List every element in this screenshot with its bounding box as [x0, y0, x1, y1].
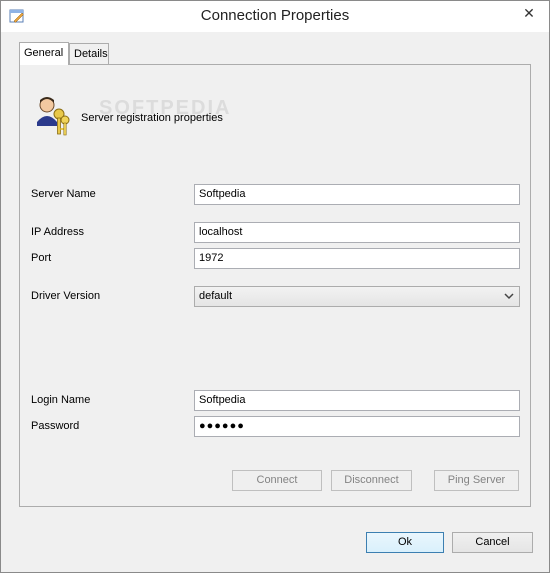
login-name-field[interactable]: Softpedia — [194, 390, 520, 411]
password-field[interactable]: ●●●●●● — [194, 416, 520, 437]
server-name-label: Server Name — [31, 188, 96, 200]
driver-version-label: Driver Version — [31, 290, 101, 302]
close-icon: ✕ — [523, 5, 535, 21]
ok-button[interactable]: Ok — [366, 532, 444, 553]
header-title: Server registration properties — [81, 112, 223, 124]
driver-version-select[interactable]: default — [194, 286, 520, 307]
server-name-field[interactable]: Softpedia — [194, 184, 520, 205]
cancel-button[interactable]: Cancel — [452, 532, 533, 553]
connection-properties-window: Connection Properties ✕ General Details … — [0, 0, 550, 573]
chevron-down-icon — [504, 291, 514, 301]
title-bar[interactable]: Connection Properties ✕ — [1, 1, 549, 32]
tab-general[interactable]: General — [19, 42, 69, 65]
connect-button[interactable]: Connect — [232, 470, 322, 491]
tab-details[interactable]: Details — [69, 43, 109, 65]
driver-version-value: default — [199, 290, 233, 302]
disconnect-button[interactable]: Disconnect — [331, 470, 412, 491]
ip-address-field[interactable]: localhost — [194, 222, 520, 243]
ip-address-label: IP Address — [31, 226, 84, 238]
password-label: Password — [31, 420, 80, 432]
port-label: Port — [31, 252, 52, 264]
user-keys-icon — [35, 96, 71, 140]
window-title: Connection Properties — [200, 7, 350, 24]
ping-server-button[interactable]: Ping Server — [434, 470, 519, 491]
close-button[interactable]: ✕ — [515, 3, 543, 23]
login-name-label: Login Name — [31, 394, 91, 406]
port-field[interactable]: 1972 — [194, 248, 520, 269]
